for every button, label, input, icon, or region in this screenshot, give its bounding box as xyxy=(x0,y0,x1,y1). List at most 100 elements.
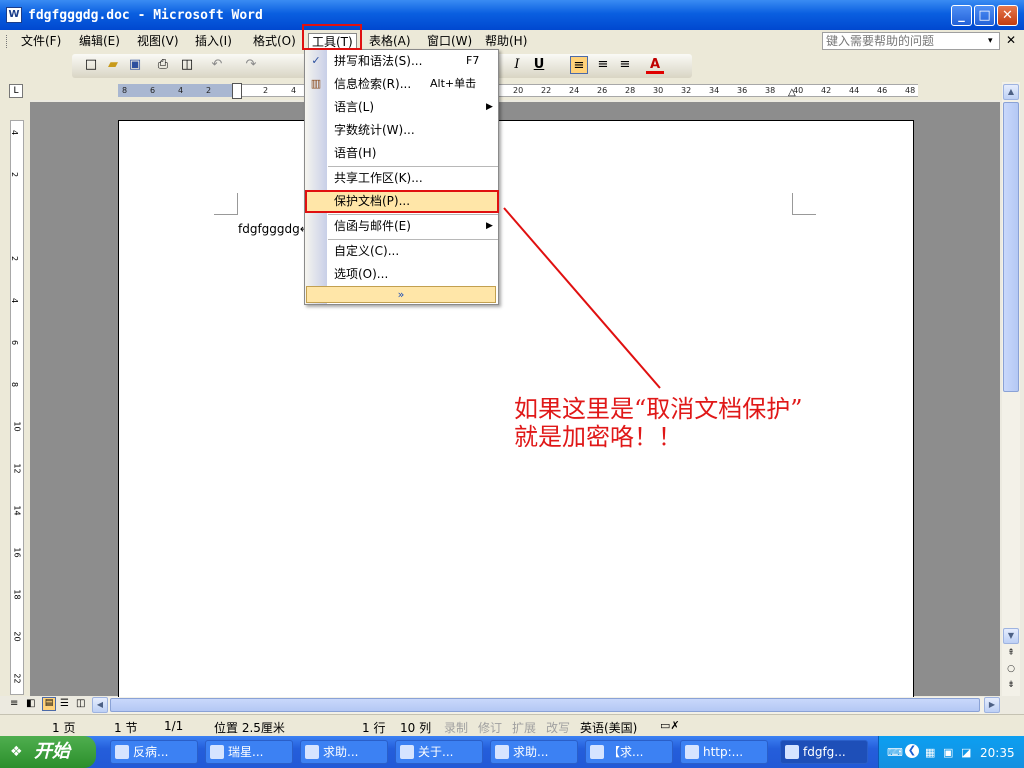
task-label: 求助... xyxy=(513,745,549,759)
taskbar-item[interactable]: 关于... xyxy=(395,740,483,764)
status-overtype[interactable]: 改写 xyxy=(546,719,570,736)
vertical-scrollbar[interactable]: ▲ ▼ ⇞ ○ ⇟ xyxy=(1002,82,1020,696)
menu-insert[interactable]: 插入(I) xyxy=(192,33,235,50)
underline-icon[interactable]: U xyxy=(530,56,548,74)
status-extend[interactable]: 扩展 xyxy=(512,719,536,736)
vruler-tick: 10 xyxy=(12,421,22,432)
taskbar-item[interactable]: 反病... xyxy=(110,740,198,764)
menu-item-speech[interactable]: 语音(H) xyxy=(334,142,376,164)
menu-format[interactable]: 格式(O) xyxy=(250,33,299,50)
horizontal-scrollbar[interactable]: ◀ ▶ xyxy=(92,697,1000,714)
menu-item-customize[interactable]: 自定义(C)... xyxy=(334,240,399,262)
vruler-tick: 16 xyxy=(12,547,22,558)
vruler-tick: 8 xyxy=(10,381,20,388)
scroll-thumb[interactable] xyxy=(1003,102,1019,392)
keyboard-icon[interactable]: ⌨ xyxy=(887,746,903,759)
research-icon: ▥ xyxy=(310,77,322,90)
status-track-changes[interactable]: 修订 xyxy=(478,719,502,736)
status-line: 1 行 xyxy=(362,721,386,735)
select-browse-object-icon[interactable]: ○ xyxy=(1003,664,1019,678)
taskbar-item[interactable]: 瑞星... xyxy=(205,740,293,764)
taskbar-item-active[interactable]: fdgfg... xyxy=(780,740,868,764)
annotation-line-2: 就是加密咯！！ xyxy=(514,423,682,451)
taskbar-item[interactable]: 求助... xyxy=(300,740,388,764)
word-app-icon[interactable]: W xyxy=(6,7,22,23)
menu-item-research[interactable]: 信息检索(R)... xyxy=(334,73,411,95)
spelling-check-icon: ✓ xyxy=(311,54,321,67)
menu-item-options[interactable]: 选项(O)... xyxy=(334,263,388,285)
ruler-tick: 24 xyxy=(569,86,580,95)
ruler-tick: 48 xyxy=(905,86,916,95)
print-layout-icon[interactable]: ▤ xyxy=(42,697,56,711)
taskbar-item[interactable]: 求助... xyxy=(490,740,578,764)
vruler-tick: 12 xyxy=(12,463,22,474)
scroll-left-icon[interactable]: ◀ xyxy=(92,697,108,713)
scroll-up-icon[interactable]: ▲ xyxy=(1003,84,1019,100)
menu-item-word-count[interactable]: 字数统计(W)... xyxy=(334,119,415,141)
monitor-icon[interactable]: ▣ xyxy=(943,746,953,759)
menu-file[interactable]: 文件(F) xyxy=(18,33,64,50)
previous-page-icon[interactable]: ⇞ xyxy=(1003,648,1019,662)
indent-marker-icon[interactable] xyxy=(232,83,242,99)
new-document-icon[interactable]: □ xyxy=(82,56,100,74)
task-window-icon xyxy=(590,745,604,759)
ruler-tick: 36 xyxy=(737,86,748,95)
spelling-status-icon[interactable]: ▭✗ xyxy=(660,719,680,732)
menu-item-language[interactable]: 语言(L) xyxy=(334,96,374,118)
maximize-button[interactable]: □ xyxy=(974,5,995,26)
save-icon[interactable]: ▣ xyxy=(126,56,144,74)
clock[interactable]: 20:35 xyxy=(980,746,1015,760)
network-icon[interactable]: ▦ xyxy=(925,746,935,759)
document-text[interactable]: fdgfgggdg↵ xyxy=(238,222,310,236)
hscroll-thumb[interactable] xyxy=(110,698,980,712)
taskbar-item[interactable]: 【求... xyxy=(585,740,673,764)
menu-help[interactable]: 帮助(H) xyxy=(482,33,530,50)
taskbar-item[interactable]: http:... xyxy=(680,740,768,764)
undo-icon[interactable]: ↶ xyxy=(208,56,226,74)
vertical-ruler[interactable] xyxy=(10,120,24,695)
outline-view-icon[interactable]: ☰ xyxy=(60,698,69,709)
web-layout-icon[interactable]: ◧ xyxy=(26,698,35,709)
close-button[interactable]: ✕ xyxy=(997,5,1018,26)
scroll-right-icon[interactable]: ▶ xyxy=(984,697,1000,713)
status-language[interactable]: 英语(美国) xyxy=(580,719,637,736)
menu-item-shared-workspace[interactable]: 共享工作区(K)... xyxy=(334,167,423,189)
minimize-button[interactable]: _ xyxy=(951,5,972,26)
close-document-button[interactable]: ✕ xyxy=(1006,33,1016,47)
normal-view-icon[interactable]: ≡ xyxy=(10,698,18,709)
ruler-tick: 42 xyxy=(821,86,832,95)
task-label: 瑞星... xyxy=(228,745,264,759)
reading-layout-icon[interactable]: ◫ xyxy=(76,698,85,709)
display-icon[interactable]: ◪ xyxy=(961,746,971,759)
menu-view[interactable]: 视图(V) xyxy=(134,33,182,50)
align-right-icon[interactable]: ≡ xyxy=(616,56,634,74)
menu-item-letters-mailings[interactable]: 信函与邮件(E) xyxy=(334,215,411,237)
open-folder-icon[interactable]: ▰ xyxy=(104,56,122,74)
annotation-line xyxy=(503,207,661,389)
align-left-icon[interactable]: ≡ xyxy=(570,56,588,74)
word-task-icon xyxy=(785,745,799,759)
status-record[interactable]: 录制 xyxy=(444,719,468,736)
print-icon[interactable]: ⎙ xyxy=(154,56,172,74)
menu-table[interactable]: 表格(A) xyxy=(366,33,414,50)
italic-icon[interactable]: I xyxy=(508,56,526,74)
redo-icon[interactable]: ↷ xyxy=(242,56,260,74)
menu-window[interactable]: 窗口(W) xyxy=(424,33,475,50)
next-page-icon[interactable]: ⇟ xyxy=(1003,680,1019,694)
tray-expand-icon[interactable]: ❮ xyxy=(905,744,919,758)
align-center-icon[interactable]: ≡ xyxy=(594,56,612,74)
menu-item-spelling[interactable]: 拼写和语法(S)... xyxy=(334,50,422,72)
menu-expand-icon[interactable]: » xyxy=(306,286,496,303)
windows-flag-icon: ❖ xyxy=(10,744,23,760)
ruler-tick: 8 xyxy=(122,86,128,95)
menubar-grip[interactable] xyxy=(6,35,8,48)
help-search-input[interactable]: 键入需要帮助的问题 xyxy=(822,32,1000,50)
font-color-icon[interactable]: A xyxy=(646,56,664,74)
scroll-down-icon[interactable]: ▼ xyxy=(1003,628,1019,644)
tab-selector-icon[interactable]: L xyxy=(9,84,23,98)
print-preview-icon[interactable]: ◫ xyxy=(178,56,196,74)
menu-edit[interactable]: 编辑(E) xyxy=(76,33,123,50)
ruler-tick: 4 xyxy=(178,86,184,95)
vruler-tick: 2 xyxy=(10,171,20,178)
help-dropdown-icon[interactable]: ▾ xyxy=(988,33,998,49)
